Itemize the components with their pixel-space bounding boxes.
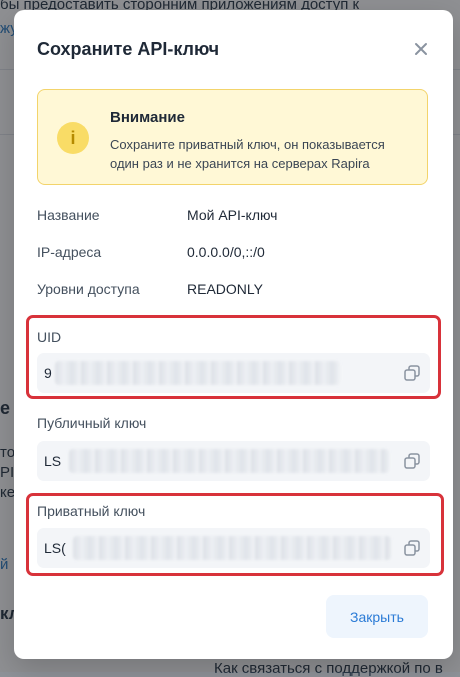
public-key-label: Публичный ключ (37, 415, 147, 431)
info-label-name: Название (37, 207, 100, 223)
warning-text: Сохраните приватный ключ, он показываетс… (110, 137, 385, 171)
public-key-field[interactable]: LS (37, 441, 430, 481)
warning-title: Внимание (110, 109, 185, 126)
info-value-ip: 0.0.0.0/0,::/0 (187, 244, 265, 260)
warning-banner: i Внимание Сохраните приватный ключ, он … (37, 89, 428, 185)
info-value-name: Мой API-ключ (187, 207, 278, 223)
private-key-highlight-frame (26, 493, 444, 576)
public-key-value: LS (44, 453, 62, 469)
close-icon[interactable] (411, 39, 431, 59)
redacted-value (69, 449, 389, 473)
info-icon: i (57, 122, 89, 154)
info-label-access: Уровни доступа (37, 281, 140, 297)
copy-icon[interactable] (403, 452, 421, 470)
modal-title: Сохраните API-ключ (37, 39, 220, 59)
info-value-access: READONLY (187, 281, 263, 297)
close-button[interactable]: Закрыть (326, 595, 428, 638)
uid-highlight-frame (26, 315, 441, 399)
save-api-key-modal: Сохраните API-ключ i Внимание Сохраните … (14, 10, 453, 659)
info-label-ip: IP-адреса (37, 244, 102, 260)
